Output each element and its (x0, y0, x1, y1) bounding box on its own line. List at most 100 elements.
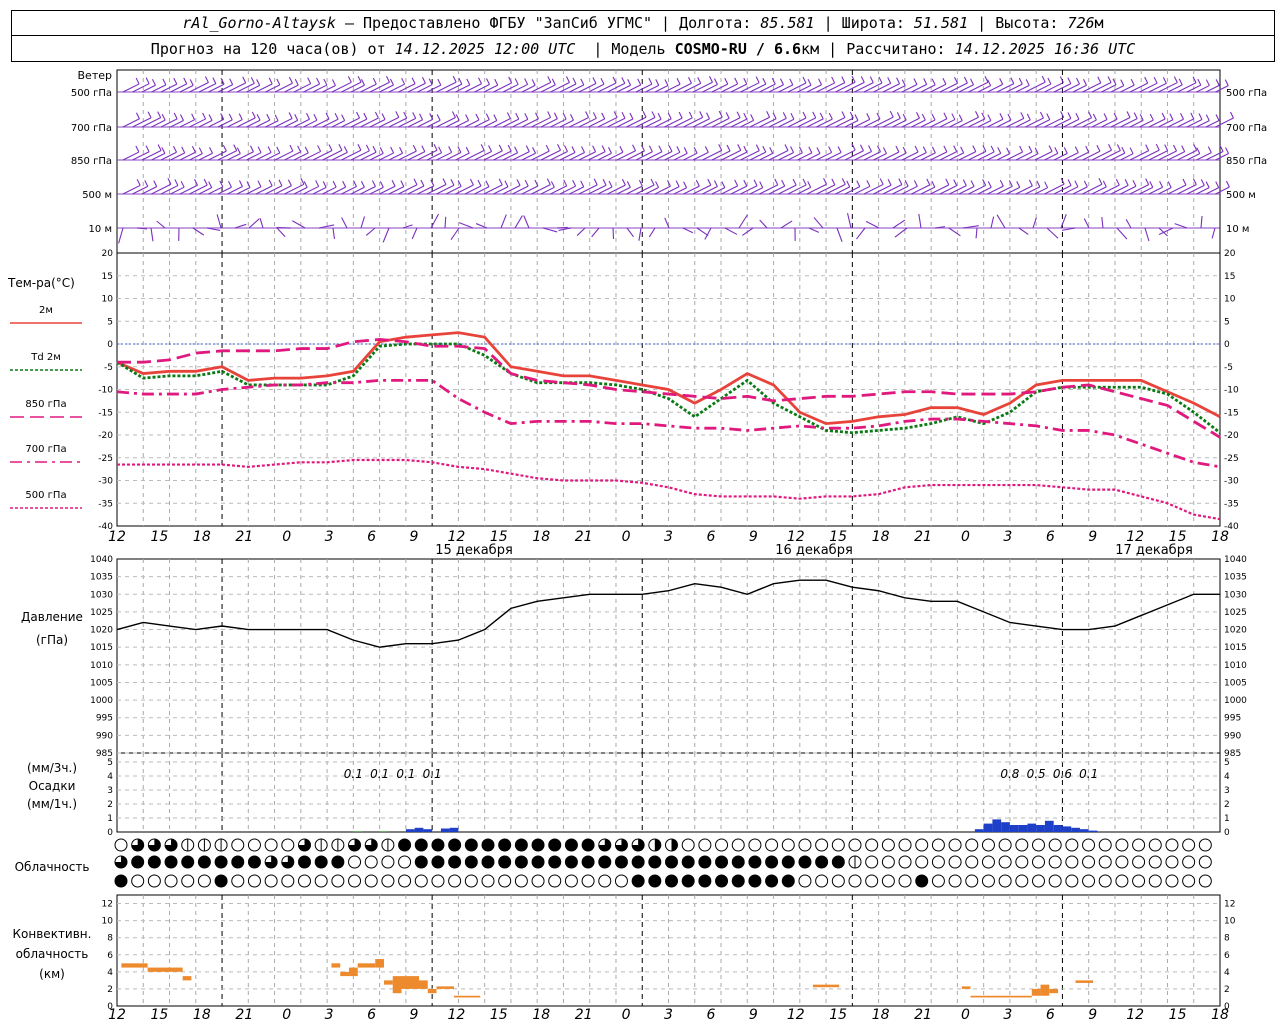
cloud-symbol (1198, 874, 1212, 888)
wind-barb (1178, 78, 1183, 86)
wind-barb (1101, 217, 1104, 229)
wind-barb (317, 145, 322, 152)
wind-barb (294, 78, 299, 86)
cloud-symbol (398, 855, 412, 869)
cloud-symbol (298, 874, 311, 888)
wind-barb (968, 81, 989, 93)
precip-bar (1062, 826, 1072, 832)
wind-barb (1074, 146, 1079, 153)
wind-barb (565, 76, 570, 83)
wind-barb (1048, 145, 1053, 152)
hour-tick-label: 21 (235, 529, 253, 545)
wind-barb (141, 149, 162, 161)
wind-barb (673, 117, 693, 128)
cloud-symbol (798, 838, 812, 852)
precip-bar (1009, 825, 1019, 832)
cloud-symbol (298, 855, 311, 869)
cloud-symbol (131, 855, 145, 869)
hour-tick-label: 18 (193, 529, 211, 545)
wind-level-label: 700 гПа (71, 123, 112, 134)
wind-barb (236, 82, 255, 93)
wind-barb (306, 113, 310, 120)
wind-barb (1010, 77, 1015, 84)
wind-barb (651, 111, 656, 118)
wind-barb (436, 81, 457, 93)
wind-barb (1167, 181, 1172, 188)
wind-barb (1101, 184, 1120, 195)
cloud-symbol (881, 874, 895, 888)
pressure-tick-label: 1025 (1224, 608, 1247, 618)
wind-barb (851, 143, 856, 151)
wind-barb (170, 83, 187, 93)
wind-barb (1067, 112, 1072, 119)
wind-barb (455, 184, 474, 195)
wind-barb (759, 83, 776, 93)
conv-tick-label: 12 (1224, 900, 1235, 910)
cloud-symbol (715, 855, 729, 869)
wind-barb (265, 185, 283, 195)
wind-barb (480, 144, 485, 151)
wind-barb (713, 78, 718, 85)
conv-tick-label: 10 (102, 917, 114, 927)
temp-legend-label: 850 гПа (25, 399, 66, 410)
wind-barb (135, 112, 140, 120)
wind-barb (774, 178, 779, 186)
temp-tick-label: -10 (98, 386, 113, 396)
wind-barb (866, 113, 871, 120)
cloud-symbol (498, 874, 512, 888)
wind-barb (357, 144, 362, 151)
wind-level-label: 500 гПа (71, 88, 112, 99)
wind-barb (135, 77, 140, 85)
wind-barb (1225, 147, 1230, 154)
hour-tick-label: 3 (1003, 529, 1012, 545)
cloud-symbol (798, 855, 812, 869)
precip-tick-label: 1 (1224, 814, 1230, 824)
wind-barb (360, 117, 379, 128)
hour-tick-label: 15 (151, 529, 169, 545)
pressure-tick-label: 1020 (1224, 626, 1247, 636)
wind-barb (740, 185, 758, 195)
wind-barb (1149, 113, 1154, 121)
wind-barb (648, 145, 653, 153)
wind-barb (1144, 227, 1150, 242)
wind-barb (1092, 113, 1097, 121)
wind-barb (531, 79, 536, 86)
wind-barb (278, 179, 283, 187)
cloud-symbol (197, 855, 211, 869)
wind-barb (1006, 83, 1023, 93)
cloud-symbol (765, 874, 779, 888)
wind-barb (157, 144, 162, 151)
wind-barb (227, 82, 246, 93)
wind-barb (455, 114, 460, 121)
wind-barb (1159, 180, 1164, 188)
cloud-symbol (731, 874, 745, 888)
wind-barb (180, 180, 185, 188)
wind-barb (1034, 83, 1052, 93)
wind-barb (1205, 114, 1210, 121)
wind-barb (521, 185, 539, 195)
wind-barb (391, 179, 396, 187)
wind-barb (608, 147, 612, 154)
wind-barb (1224, 79, 1229, 86)
wind-barb (688, 111, 693, 119)
wind-barb (1044, 82, 1064, 93)
wind-barb (451, 111, 456, 118)
conv-tick-label: 6 (1224, 951, 1230, 961)
wind-barb (931, 78, 936, 86)
wind-barb (118, 227, 124, 244)
wind-barb (683, 147, 688, 154)
wind-barb (734, 179, 739, 187)
wind-barb (882, 151, 900, 161)
wind-barb (999, 113, 1004, 120)
wind-barb (1129, 147, 1134, 154)
wind-barb (743, 112, 748, 120)
conv-cloud-bar (401, 976, 420, 989)
cloud-symbol (748, 855, 762, 869)
wind-barb (191, 113, 196, 120)
pressure-tick-label: 1015 (1224, 643, 1247, 653)
pressure-tick-label: 1000 (90, 696, 113, 706)
wind-barb (736, 111, 741, 118)
pressure-line (116, 579, 1220, 648)
wind-barb (721, 83, 738, 93)
conv-tick-label: 0 (1224, 1002, 1230, 1012)
